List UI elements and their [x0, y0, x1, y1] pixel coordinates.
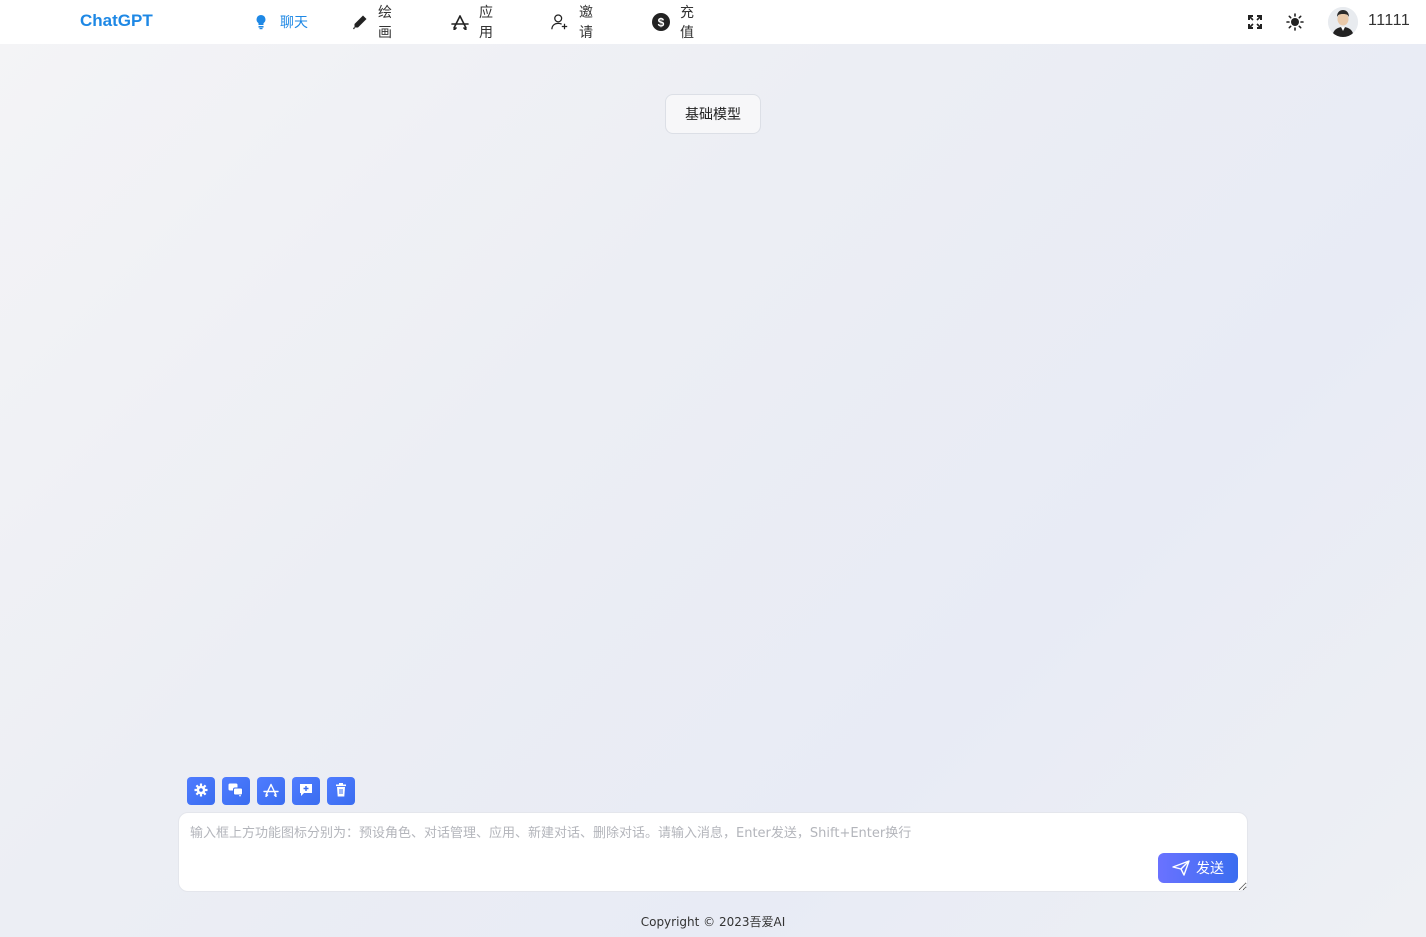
chat-bubbles-icon: [228, 782, 244, 801]
footer-copyright: Copyright © 2023吾爱AI: [640, 915, 786, 929]
pencil-icon: [352, 13, 368, 31]
new-chat-icon: [299, 782, 313, 801]
new-chat-button[interactable]: [292, 777, 320, 805]
send-icon: [1172, 860, 1190, 876]
apps-icon: [263, 782, 279, 801]
nav-item-recharge[interactable]: $ 充值: [652, 0, 694, 44]
nav-label-recharge: 充值: [680, 5, 694, 41]
nav-label-apps: 应用: [479, 5, 493, 41]
message-input-container: [178, 812, 1248, 892]
add-user-icon: [551, 13, 569, 31]
nav-label-draw: 绘画: [378, 5, 392, 41]
model-selector-button[interactable]: 基础模型: [665, 94, 761, 134]
main-nav: 聊天 绘画 应用 邀请 $ 充值: [252, 0, 694, 44]
send-label: 发送: [1196, 861, 1224, 877]
send-button[interactable]: 发送: [1158, 853, 1238, 883]
message-input[interactable]: [179, 813, 1247, 891]
apps-button[interactable]: [257, 777, 285, 805]
nav-label-invite: 邀请: [579, 5, 593, 41]
input-toolbar: [187, 777, 362, 805]
username[interactable]: 11111: [1368, 12, 1410, 30]
preset-role-button[interactable]: [187, 777, 215, 805]
sun-icon[interactable]: [1285, 12, 1305, 32]
dollar-icon: $: [652, 13, 670, 31]
app-store-icon: [451, 13, 469, 31]
brand-logo[interactable]: ChatGPT: [80, 11, 153, 31]
delete-chat-button[interactable]: [327, 777, 355, 805]
nav-label-chat: 聊天: [280, 15, 308, 31]
nav-item-chat[interactable]: 聊天: [252, 0, 308, 44]
top-navbar: ChatGPT 聊天 绘画 应用 邀请 $ 充值 11111: [0, 0, 1426, 44]
svg-text:$: $: [658, 16, 665, 30]
fullscreen-icon[interactable]: [1245, 12, 1265, 32]
conversation-manage-button[interactable]: [222, 777, 250, 805]
nav-item-apps[interactable]: 应用: [451, 0, 493, 44]
lightbulb-icon: [252, 13, 270, 31]
gear-icon: [194, 782, 208, 801]
nav-item-invite[interactable]: 邀请: [551, 0, 593, 44]
avatar[interactable]: [1328, 7, 1358, 37]
trash-icon: [335, 782, 347, 801]
nav-item-draw[interactable]: 绘画: [352, 0, 394, 44]
